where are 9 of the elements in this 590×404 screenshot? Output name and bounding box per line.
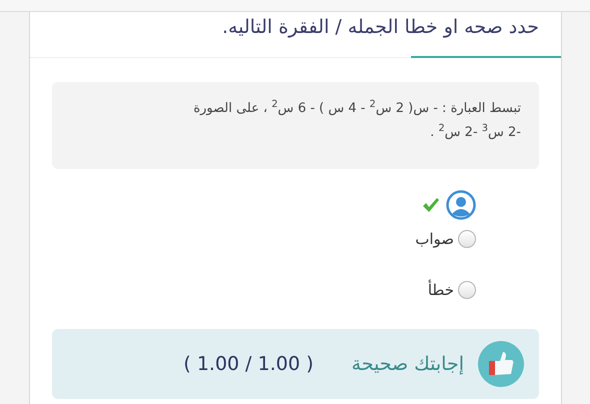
radio-option[interactable]: خطأ (415, 278, 476, 301)
radio-button[interactable] (458, 280, 476, 299)
thumbs-up-icon (478, 341, 524, 387)
question-title: حدد صحه او خطا الجمله / الفقرة التاليه. (222, 15, 539, 40)
feedback-message: إجابتك صحيحة (352, 352, 464, 377)
radio-button[interactable] (458, 230, 476, 248)
user-icon (446, 190, 476, 220)
score-text: ( 1.00 / 1.00 ) (184, 352, 314, 377)
radio-option[interactable]: صواب (415, 228, 476, 250)
